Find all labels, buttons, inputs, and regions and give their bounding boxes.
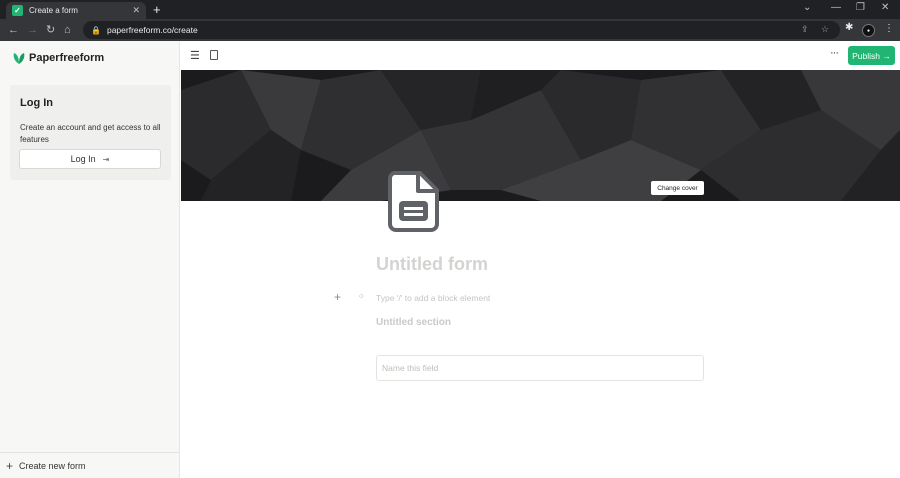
login-button-label: Log In: [70, 154, 96, 164]
plus-icon: +: [6, 458, 14, 473]
drag-handle-icon[interactable]: ⁘: [358, 292, 365, 301]
create-new-form-button[interactable]: + Create new form: [0, 452, 179, 478]
block-input[interactable]: Type '/' to add a block element: [376, 293, 490, 303]
close-window-icon[interactable]: ✕: [881, 2, 889, 13]
login-card: Log In Create an account and get access …: [10, 85, 171, 180]
favicon-icon: ✓: [12, 5, 23, 16]
address-bar[interactable]: 🔒 paperfreeform.co/create ⇪ ☆: [83, 21, 840, 39]
login-card-description: Create an account and get access to all …: [20, 123, 161, 144]
browser-tab[interactable]: ✓ Create a form ✕: [6, 2, 146, 19]
brand[interactable]: Paperfreeform: [12, 51, 104, 65]
cover-image: [181, 70, 900, 201]
create-new-form-label: Create new form: [19, 460, 86, 471]
section-title-input[interactable]: Untitled section: [376, 317, 451, 328]
login-card-title: Log In: [20, 97, 53, 109]
publish-button[interactable]: Publish →: [848, 46, 895, 65]
login-icon: ⇥: [102, 154, 110, 164]
lock-icon: 🔒: [91, 25, 101, 35]
brand-name: Paperfreeform: [29, 52, 105, 64]
form-title-input[interactable]: Untitled form: [376, 254, 488, 275]
browser-tabbar: ✓ Create a form ✕ + ⌄ — ❐ ✕: [0, 0, 900, 19]
extensions-icon[interactable]: ✱: [845, 22, 853, 33]
forward-icon[interactable]: →: [27, 22, 38, 38]
change-cover-button[interactable]: Change cover: [651, 181, 704, 195]
back-icon[interactable]: ←: [8, 22, 19, 38]
close-tab-icon[interactable]: ✕: [132, 5, 140, 16]
document-icon[interactable]: [210, 50, 218, 60]
reload-icon[interactable]: ↻: [46, 22, 55, 38]
add-block-icon[interactable]: +: [334, 290, 341, 304]
login-button[interactable]: Log In ⇥: [19, 149, 161, 169]
tab-search-icon[interactable]: ⌄: [803, 2, 811, 13]
hamburger-menu-icon[interactable]: ☰: [190, 49, 200, 62]
field-name-placeholder: Name this field: [382, 363, 439, 373]
editor-topbar: ☰ ··· Publish →: [181, 41, 900, 70]
profile-avatar[interactable]: ●: [862, 24, 875, 37]
share-icon[interactable]: ⇪: [801, 24, 809, 35]
leaf-logo-icon: [13, 53, 25, 64]
bookmark-star-icon[interactable]: ☆: [821, 24, 829, 35]
browser-menu-icon[interactable]: ⋮: [884, 23, 894, 34]
url-text: paperfreeform.co/create: [106, 25, 198, 35]
browser-toolbar: ← → ↻ ⌂ 🔒 paperfreeform.co/create ⇪ ☆ ✱: [0, 19, 900, 41]
form-document-icon[interactable]: [388, 171, 439, 232]
tab-title: Create a form: [29, 6, 78, 15]
sidebar: Paperfreeform Log In Create an account a…: [0, 41, 180, 478]
new-tab-button[interactable]: +: [153, 2, 161, 17]
minimize-icon[interactable]: —: [831, 2, 841, 13]
restore-icon[interactable]: ❐: [856, 2, 865, 13]
more-options-icon[interactable]: ···: [830, 47, 839, 59]
home-icon[interactable]: ⌂: [64, 22, 71, 38]
field-name-input[interactable]: Name this field: [376, 355, 704, 381]
cover-polygon-pattern: [181, 70, 900, 201]
